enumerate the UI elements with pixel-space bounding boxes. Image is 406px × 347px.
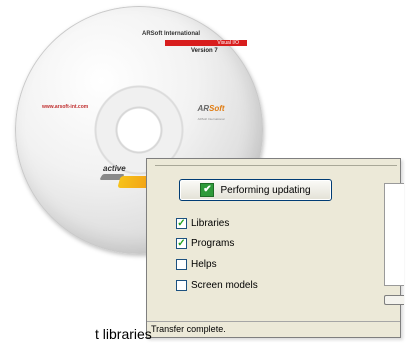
libraries-label: Libraries [191,218,230,229]
helps-checkbox[interactable] [176,259,187,270]
programs-checkbox[interactable]: ✓ [176,238,187,249]
cd-url: www.arsoft-int.com [42,104,89,110]
cd-product-bar: Visual I/O [165,40,247,46]
update-dialog: ✔ Performing updating ✓ Libraries ✓ Prog… [146,158,404,338]
caption-text: t libraries [95,326,152,342]
option-programs[interactable]: ✓ Programs [176,238,234,249]
dialog-separator [155,165,397,166]
programs-label: Programs [191,238,235,249]
libraries-checkbox[interactable]: ✓ [176,218,187,229]
screen-models-checkbox[interactable] [176,280,187,291]
arsoft-logo-subtext: ARSoft International [197,117,225,121]
option-helps[interactable]: Helps [176,259,217,270]
screen-models-label: Screen models [191,280,258,291]
cd-active-text: active [103,164,126,173]
arsoft-logo-main: AR [197,104,209,113]
arsoft-logo-accent: Soft [209,104,225,113]
cd-title: ARSoft International [142,31,200,37]
status-bar: Transfer complete. [147,321,400,337]
helps-label: Helps [191,259,217,270]
performing-updating-label: Performing updating [220,184,311,196]
file-list-panel[interactable] [384,183,404,286]
check-icon: ✔ [200,183,215,197]
option-screen-models[interactable]: Screen models [176,280,258,291]
cd-version: Version 7 [191,48,218,54]
partial-button[interactable] [384,295,404,305]
arsoft-logo: ARSoft [191,104,231,113]
performing-updating-button[interactable]: ✔ Performing updating [179,179,332,201]
option-libraries[interactable]: ✓ Libraries [176,218,229,229]
